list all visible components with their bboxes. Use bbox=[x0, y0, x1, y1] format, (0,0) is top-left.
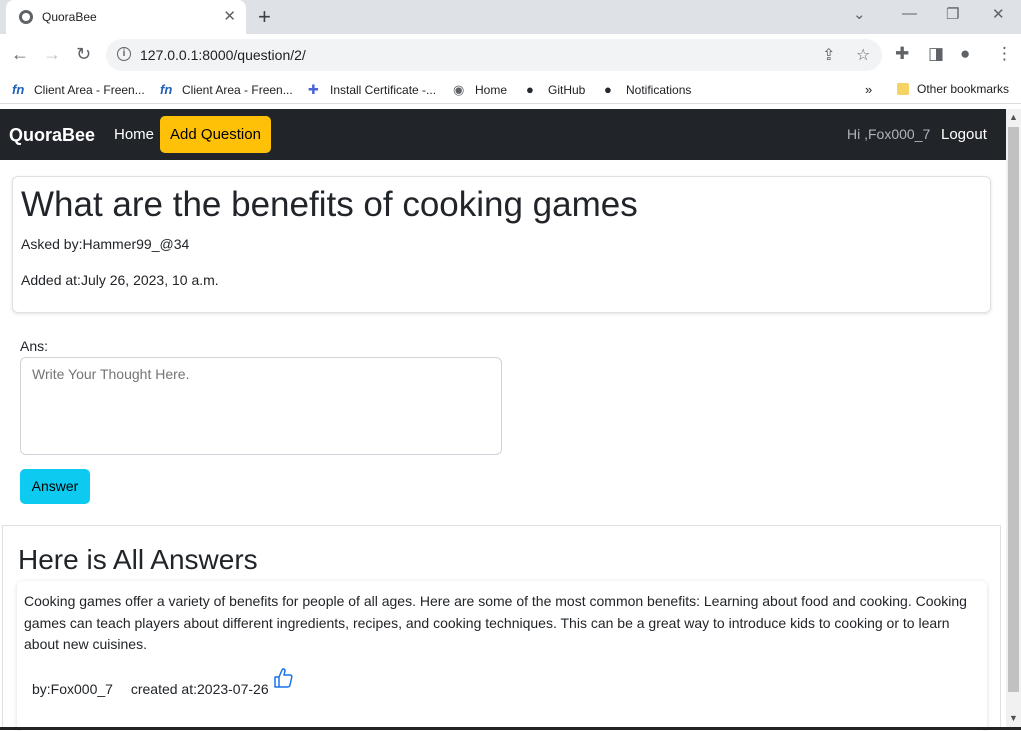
nav-home-link[interactable]: Home bbox=[114, 126, 154, 143]
address-bar[interactable]: i 127.0.0.1:8000/question/2/ ⇪ ☆ bbox=[106, 39, 882, 71]
scrollbar[interactable]: ▲ ▼ bbox=[1006, 109, 1021, 730]
share-icon[interactable]: ⇪ bbox=[822, 45, 835, 65]
answer-card: Cooking games offer a variety of benefit… bbox=[17, 581, 987, 731]
github-icon: ● bbox=[526, 82, 534, 97]
scroll-up-icon[interactable]: ▲ bbox=[1009, 112, 1018, 122]
answer-text: Cooking games offer a variety of benefit… bbox=[24, 593, 967, 652]
logout-link[interactable]: Logout bbox=[941, 126, 987, 143]
tab-search-icon[interactable]: ⌄ bbox=[853, 5, 866, 23]
user-greeting: Hi ,Fox000_7 bbox=[847, 126, 931, 142]
answer-label: Ans: bbox=[20, 338, 49, 354]
bookmark-item[interactable]: ◉ Home bbox=[453, 82, 507, 98]
puzzle-icon: ✚ bbox=[308, 82, 319, 97]
answer-textarea[interactable] bbox=[20, 357, 502, 455]
browser-tab-strip: QuoraBee ✕ + ⌄ — ❐ ✕ bbox=[0, 0, 1021, 34]
bookmark-item[interactable]: fn Client Area - Freen... bbox=[12, 82, 145, 97]
back-icon[interactable]: ← bbox=[11, 44, 29, 65]
add-question-button[interactable]: Add Question bbox=[160, 116, 271, 153]
browser-toolbar: ← → ↻ i 127.0.0.1:8000/question/2/ ⇪ ☆ ✚… bbox=[0, 34, 1021, 76]
scroll-down-icon[interactable]: ▼ bbox=[1009, 713, 1018, 723]
info-icon[interactable]: i bbox=[117, 47, 131, 61]
extensions-icon[interactable]: ✚ bbox=[895, 44, 909, 64]
bookmark-item[interactable]: ● GitHub bbox=[526, 82, 585, 97]
answers-title: Here is All Answers bbox=[18, 544, 258, 575]
forward-icon[interactable]: → bbox=[43, 44, 61, 65]
question-card: What are the benefits of cooking games A… bbox=[12, 176, 991, 313]
answer-submit-button[interactable]: Answer bbox=[20, 469, 90, 504]
new-tab-icon[interactable]: + bbox=[258, 4, 271, 30]
navbar: QuoraBee Home Add Question Hi ,Fox000_7 … bbox=[0, 109, 1006, 160]
scroll-thumb[interactable] bbox=[1008, 127, 1019, 692]
answer-created-at: created at:2023-07-26 bbox=[130, 681, 269, 697]
github-icon: ● bbox=[604, 82, 612, 97]
answers-section: Here is All Answers Cooking games offer … bbox=[2, 525, 1001, 731]
url-text[interactable]: 127.0.0.1:8000/question/2/ bbox=[140, 47, 306, 63]
fn-icon: fn bbox=[160, 82, 173, 97]
tab-title: QuoraBee bbox=[42, 10, 97, 24]
restore-icon[interactable]: ❐ bbox=[946, 5, 959, 23]
chevron-right-icon[interactable]: » bbox=[865, 82, 872, 97]
bookmark-item[interactable]: fn Client Area - Freen... bbox=[160, 82, 293, 97]
bookmarks-bar: fn Client Area - Freen... fn Client Area -… bbox=[0, 76, 1021, 104]
profile-icon[interactable]: ● bbox=[960, 44, 970, 64]
browser-tab[interactable]: QuoraBee ✕ bbox=[6, 0, 246, 34]
asked-by: Asked by:Hammer99_@34 bbox=[21, 236, 190, 252]
side-panel-icon[interactable]: ◨ bbox=[928, 44, 944, 64]
bookmark-item[interactable]: ✚ Install Certificate -... bbox=[308, 82, 436, 98]
answer-meta: by:Fox000_7 created at:2023-07-26 bbox=[32, 681, 283, 697]
reload-icon[interactable]: ↻ bbox=[76, 44, 91, 65]
answer-author: by:Fox000_7 bbox=[32, 681, 113, 697]
star-icon[interactable]: ☆ bbox=[856, 45, 870, 65]
folder-icon bbox=[897, 83, 909, 95]
minimize-icon[interactable]: — bbox=[902, 5, 917, 22]
fn-icon: fn bbox=[12, 82, 25, 97]
other-bookmarks[interactable]: Other bookmarks bbox=[897, 82, 1009, 96]
close-icon[interactable]: ✕ bbox=[223, 7, 236, 25]
added-at: Added at:July 26, 2023, 10 a.m. bbox=[21, 272, 219, 288]
globe-icon: ◉ bbox=[453, 82, 465, 97]
question-title: What are the benefits of cooking games bbox=[21, 185, 638, 224]
menu-icon[interactable]: ⋮ bbox=[996, 44, 1013, 64]
globe-icon bbox=[19, 10, 33, 24]
window-close-icon[interactable]: ✕ bbox=[992, 5, 1005, 23]
bookmark-item[interactable]: ● Notifications bbox=[604, 82, 691, 97]
brand-logo[interactable]: QuoraBee bbox=[9, 125, 95, 146]
thumbs-up-icon[interactable] bbox=[273, 667, 293, 689]
